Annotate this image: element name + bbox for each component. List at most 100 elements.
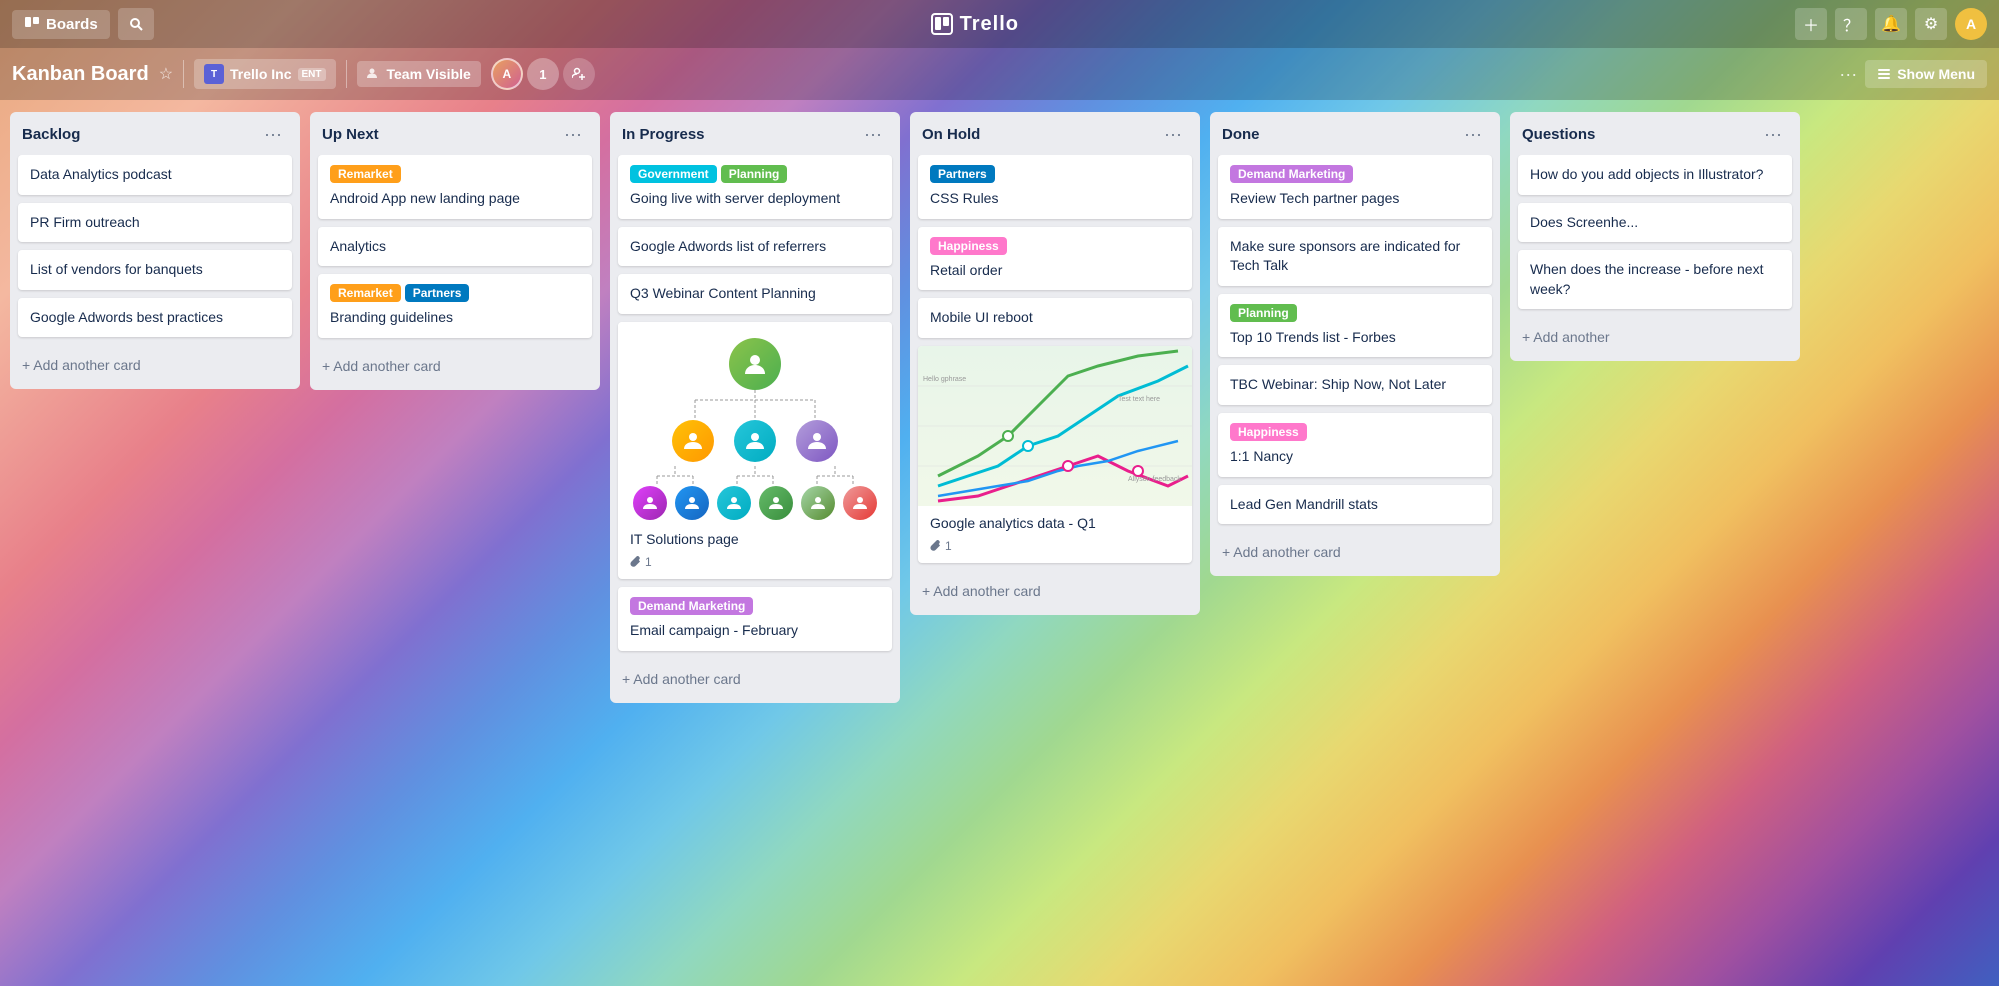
card-b1[interactable]: Data Analytics podcast	[18, 155, 292, 195]
add-card-backlog[interactable]: + Add another card	[10, 349, 300, 381]
card-d5[interactable]: Happiness 1:1 Nancy	[1218, 413, 1492, 477]
card-o4[interactable]: Hello gphrase Test text here Allyson fee…	[918, 346, 1192, 564]
workspace-button[interactable]: T Trello Inc ENT	[194, 59, 335, 89]
add-card-upnext[interactable]: + Add another card	[310, 350, 600, 382]
org-mid-3	[796, 420, 838, 462]
label-remarket-u3: Remarket	[330, 284, 401, 302]
card-p1[interactable]: Government Planning Going live with serv…	[618, 155, 892, 219]
card-title-u2: Analytics	[330, 238, 386, 254]
card-b4[interactable]: Google Adwords best practices	[18, 298, 292, 338]
label-government: Government	[630, 165, 717, 183]
card-d6[interactable]: Lead Gen Mandrill stats	[1218, 485, 1492, 525]
list-questions: Questions ··· How do you add objects in …	[1510, 112, 1800, 361]
card-o3[interactable]: Mobile UI reboot	[918, 298, 1192, 338]
card-title-u3: Branding guidelines	[330, 309, 453, 325]
label-partners-u3: Partners	[405, 284, 470, 302]
user-avatar[interactable]: A	[1955, 8, 1987, 40]
add-card-inprogress[interactable]: + Add another card	[610, 663, 900, 695]
card-q2[interactable]: Does Screenhe...	[1518, 203, 1792, 243]
card-p4[interactable]: IT Solutions page 1	[618, 322, 892, 580]
card-d1[interactable]: Demand Marketing Review Tech partner pag…	[1218, 155, 1492, 219]
org-chart-visual	[630, 330, 880, 524]
add-member-button[interactable]	[563, 58, 595, 90]
notifications-button[interactable]: 🔔	[1875, 8, 1907, 40]
list-menu-backlog[interactable]: ···	[258, 122, 288, 147]
card-title-b2: PR Firm outreach	[30, 214, 140, 230]
card-title-q2: Does Screenhe...	[1530, 214, 1638, 230]
card-d3[interactable]: Planning Top 10 Trends list - Forbes	[1218, 294, 1492, 358]
member-count: 1	[527, 58, 559, 90]
list-menu-done[interactable]: ···	[1458, 122, 1488, 147]
list-cards-inprogress: Government Planning Going live with serv…	[610, 155, 900, 659]
card-o2[interactable]: Happiness Retail order	[918, 227, 1192, 291]
card-b2[interactable]: PR Firm outreach	[18, 203, 292, 243]
trello-logo-text: Trello	[960, 13, 1019, 36]
settings-button[interactable]: ⚙	[1915, 8, 1947, 40]
board-title: Kanban Board	[12, 63, 149, 86]
list-upnext: Up Next ··· Remarket Android App new lan…	[310, 112, 600, 390]
card-q3[interactable]: When does the increase - before next wee…	[1518, 250, 1792, 309]
list-title-done: Done	[1222, 126, 1260, 143]
menu-icon	[1877, 67, 1891, 81]
team-name: Team Visible	[387, 66, 471, 82]
list-menu-questions[interactable]: ···	[1758, 122, 1788, 147]
label-happiness-o2: Happiness	[930, 237, 1007, 255]
org-bot-row	[633, 486, 877, 520]
board-header: Kanban Board ☆ T Trello Inc ENT Team Vis…	[0, 48, 1999, 100]
card-u1[interactable]: Remarket Android App new landing page	[318, 155, 592, 219]
list-menu-inprogress[interactable]: ···	[858, 122, 888, 147]
card-p3[interactable]: Q3 Webinar Content Planning	[618, 274, 892, 314]
svg-text:Test text here: Test text here	[1118, 396, 1160, 403]
card-footer-p4: 1	[630, 555, 880, 569]
card-title-p2: Google Adwords list of referrers	[630, 238, 826, 254]
list-onhold: On Hold ··· Partners CSS Rules Happiness…	[910, 112, 1200, 615]
add-card-questions[interactable]: + Add another	[1510, 321, 1800, 353]
card-title-p4: IT Solutions page	[630, 531, 739, 547]
add-card-onhold[interactable]: + Add another card	[910, 575, 1200, 607]
trello-icon	[930, 12, 954, 36]
label-happiness-d5: Happiness	[1230, 423, 1307, 441]
card-p5[interactable]: Demand Marketing Email campaign - Februa…	[618, 587, 892, 651]
card-o1[interactable]: Partners CSS Rules	[918, 155, 1192, 219]
card-title-o1: CSS Rules	[930, 190, 998, 206]
card-d4[interactable]: TBC Webinar: Ship Now, Not Later	[1218, 365, 1492, 405]
list-menu-upnext[interactable]: ···	[558, 122, 588, 147]
label-demand-marketing-p5: Demand Marketing	[630, 597, 753, 615]
card-title-o3: Mobile UI reboot	[930, 309, 1033, 325]
list-header-onhold: On Hold ···	[910, 112, 1200, 155]
card-b3[interactable]: List of vendors for banquets	[18, 250, 292, 290]
show-menu-button[interactable]: Show Menu	[1865, 60, 1987, 88]
team-icon	[367, 67, 381, 81]
list-cards-done: Demand Marketing Review Tech partner pag…	[1210, 155, 1500, 532]
team-visibility-button[interactable]: Team Visible	[357, 61, 481, 87]
card-labels-o1: Partners	[930, 165, 1180, 183]
attachment-icon-o4	[930, 540, 942, 552]
star-button[interactable]: ☆	[159, 64, 173, 84]
attachment-icon	[630, 556, 642, 568]
card-u2[interactable]: Analytics	[318, 227, 592, 267]
add-button[interactable]: ＋	[1795, 8, 1827, 40]
boards-label: Boards	[46, 16, 98, 33]
card-q1[interactable]: How do you add objects in Illustrator?	[1518, 155, 1792, 195]
members-area: A 1	[491, 58, 595, 90]
member-avatar-1[interactable]: A	[491, 58, 523, 90]
card-title-b4: Google Adwords best practices	[30, 309, 223, 325]
add-card-done[interactable]: + Add another card	[1210, 536, 1500, 568]
card-d2[interactable]: Make sure sponsors are indicated for Tec…	[1218, 227, 1492, 286]
card-title-p3: Q3 Webinar Content Planning	[630, 285, 816, 301]
card-p2[interactable]: Google Adwords list of referrers	[618, 227, 892, 267]
topbar: Boards Trello ＋ ？ 🔔 ⚙ A	[0, 0, 1999, 48]
card-labels-p5: Demand Marketing	[630, 597, 880, 615]
card-labels-d3: Planning	[1230, 304, 1480, 322]
list-header-backlog: Backlog ···	[10, 112, 300, 155]
ent-badge: ENT	[298, 68, 326, 81]
list-menu-onhold[interactable]: ···	[1158, 122, 1188, 147]
card-labels-d5: Happiness	[1230, 423, 1480, 441]
boards-button[interactable]: Boards	[12, 10, 110, 39]
list-header-upnext: Up Next ···	[310, 112, 600, 155]
card-u3[interactable]: Remarket Partners Branding guidelines	[318, 274, 592, 338]
info-button[interactable]: ？	[1835, 8, 1867, 40]
org-bot-5	[801, 486, 835, 520]
search-button[interactable]	[118, 8, 154, 40]
more-options[interactable]: ···	[1839, 64, 1857, 85]
